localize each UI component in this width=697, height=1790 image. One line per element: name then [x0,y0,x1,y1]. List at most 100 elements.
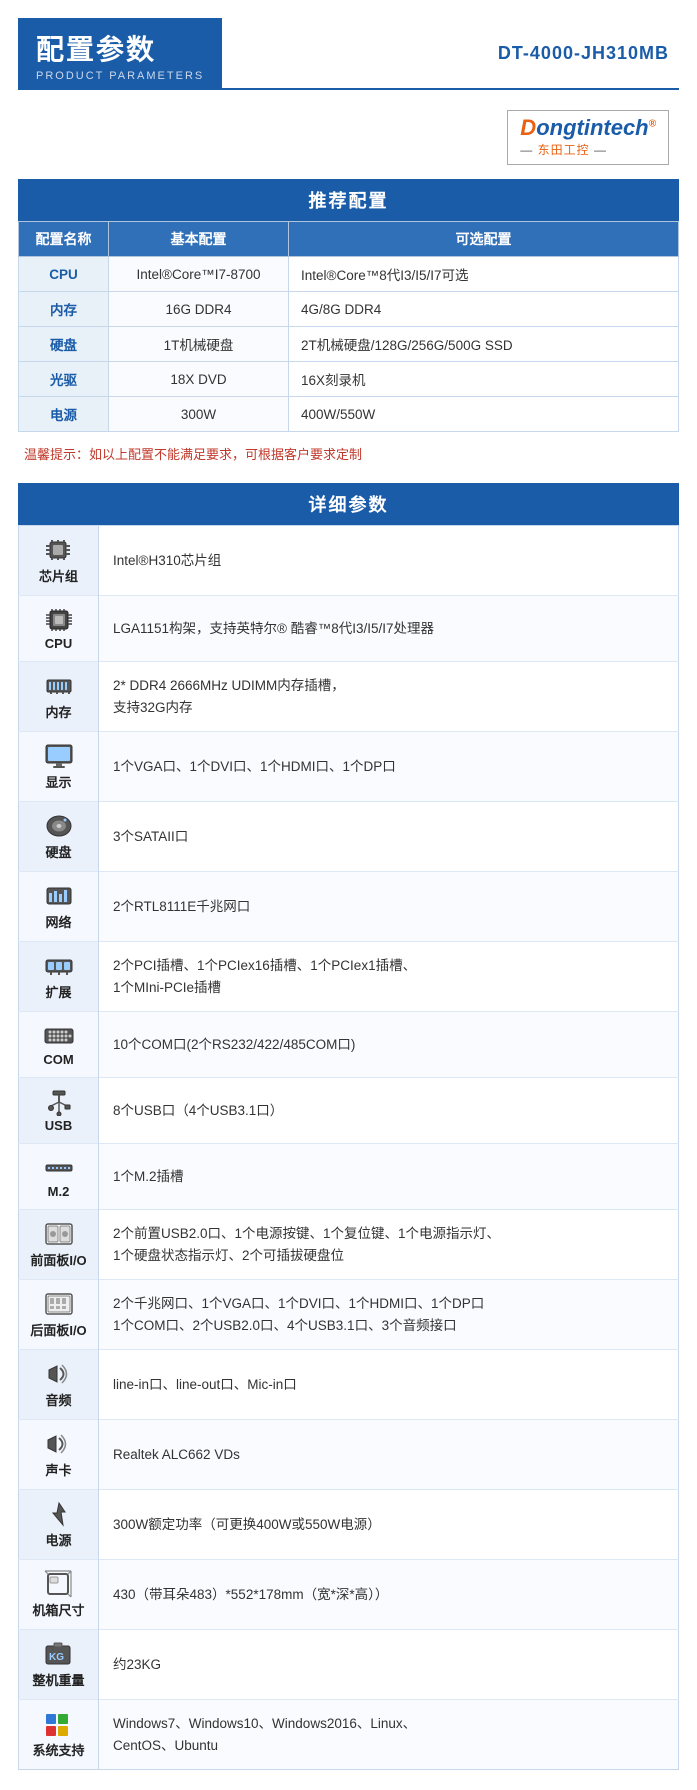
detail-row: 系统支持 Windows7、Windows10、Windows2016、Linu… [19,1700,679,1770]
detail-row-value: 1个VGA口、1个DVI口、1个HDMI口、1个DP口 [99,732,679,802]
detail-icon-cell: 系统支持 [19,1700,99,1770]
detail-row-label: 机箱尺寸 [32,1600,84,1619]
detail-row-label: 网络 [45,912,71,931]
icon-box-front-panel: 前面板I/O [30,1220,86,1269]
page-subtitle: PRODUCT PARAMETERS [36,70,204,82]
detail-row-label: 系统支持 [32,1740,84,1759]
detail-row: 声卡 Realtek ALC662 VDs [19,1420,679,1490]
hdd-icon [43,812,75,840]
recommend-row: CPU Intel®Core™I7-8700 Intel®Core™8代I3/I… [19,257,679,292]
detail-row: 前面板I/O 2个前置USB2.0口、1个电源按键、1个复位键、1个电源指示灯、… [19,1210,679,1280]
recommend-row-basic: 1T机械硬盘 [109,327,289,362]
detail-row-label: COM [43,1052,73,1067]
detail-icon-cell: USB [19,1078,99,1144]
detail-row: CPU LGA1151构架，支持英特尔® 酷睿™8代I3/I5/I7处理器 [19,596,679,662]
header-left: 配置参数 PRODUCT PARAMETERS [18,18,222,90]
detail-section: 详细参数 芯片组 Intel®H310芯片组 [18,483,679,1770]
detail-row-value: 2个PCI插槽、1个PCIex16插槽、1个PCIex1插槽、1个MIni-PC… [99,942,679,1012]
detail-row: USB 8个USB口（4个USB3.1口） [19,1078,679,1144]
detail-row-value: 1个M.2插槽 [99,1144,679,1210]
detail-row: 芯片组 Intel®H310芯片组 [19,526,679,596]
detail-row-label: 音频 [45,1390,71,1409]
detail-row: COM 10个COM口(2个RS232/422/485COM口) [19,1012,679,1078]
detail-row-value: LGA1151构架，支持英特尔® 酷睿™8代I3/I5/I7处理器 [99,596,679,662]
icon-box-m2: M.2 [43,1154,75,1199]
icon-box-com: COM [43,1022,75,1067]
com-icon [43,1022,75,1050]
recommend-table: 配置名称 基本配置 可选配置 CPU Intel®Core™I7-8700 In… [18,221,679,432]
model-number: DT-4000-JH310MB [498,43,669,64]
detail-row: 电源 300W额定功率（可更换400W或550W电源） [19,1490,679,1560]
recommend-row-name: CPU [19,257,109,292]
detail-table: 芯片组 Intel®H310芯片组 [18,525,679,1770]
header: 配置参数 PRODUCT PARAMETERS DT-4000-JH310MB [18,18,679,90]
detail-icon-cell: 前面板I/O [19,1210,99,1280]
detail-icon-cell: 声卡 [19,1420,99,1490]
brand-name: Dongtintech® [520,117,656,139]
detail-icon-cell: COM [19,1012,99,1078]
detail-row-value: 300W额定功率（可更换400W或550W电源） [99,1490,679,1560]
recommend-row: 硬盘 1T机械硬盘 2T机械硬盘/128G/256G/500G SSD [19,327,679,362]
recommend-row-basic: Intel®Core™I7-8700 [109,257,289,292]
detail-row-value: 2个前置USB2.0口、1个电源按键、1个复位键、1个电源指示灯、1个硬盘状态指… [99,1210,679,1280]
detail-row-label: 后面板I/O [30,1320,86,1339]
detail-row-value: 2* DDR4 2666MHz UDIMM内存插槽，支持32G内存 [99,662,679,732]
icon-box-expand: 扩展 [43,952,75,1001]
icon-box-memory: 内存 [43,672,75,721]
detail-icon-cell: 电源 [19,1490,99,1560]
memory-icon [43,672,75,700]
detail-row-label: 扩展 [45,982,71,1001]
cpu-icon [43,606,75,634]
detail-row-label: USB [45,1118,72,1133]
recommend-row-optional: 400W/550W [289,397,679,432]
detail-row-label: 芯片组 [39,566,78,585]
recommend-row: 电源 300W 400W/550W [19,397,679,432]
detail-icon-cell: 网络 [19,872,99,942]
detail-row-label: 声卡 [45,1460,71,1479]
icon-box-weight: KG 整机重量 [32,1640,84,1689]
icon-box-hdd: 硬盘 [43,812,75,861]
recommend-row: 光驱 18X DVD 16X刻录机 [19,362,679,397]
detail-row: 后面板I/O 2个千兆网口、1个VGA口、1个DVI口、1个HDMI口、1个DP… [19,1280,679,1350]
detail-row-label: 前面板I/O [30,1250,86,1269]
col-header-name: 配置名称 [19,222,109,257]
front-panel-icon [43,1220,75,1248]
weight-icon: KG [42,1640,74,1668]
detail-row: 显示 1个VGA口、1个DVI口、1个HDMI口、1个DP口 [19,732,679,802]
detail-title: 详细参数 [18,483,679,525]
page-wrapper: 配置参数 PRODUCT PARAMETERS DT-4000-JH310MB … [0,0,697,1790]
detail-row-value: 430（带耳朵483）*552*178mm（宽*深*高）） [99,1560,679,1630]
detail-row-value: 3个SATAII口 [99,802,679,872]
detail-row: M.2 1个M.2插槽 [19,1144,679,1210]
detail-row-label: M.2 [48,1184,70,1199]
recommend-row-optional: 16X刻录机 [289,362,679,397]
brand-logo: Dongtintech® — 东田工控 — [507,110,669,165]
detail-icon-cell: 机箱尺寸 [19,1560,99,1630]
network-icon [43,882,75,910]
col-header-optional: 可选配置 [289,222,679,257]
detail-row-label: 显示 [45,772,71,791]
soundcard-icon [43,1430,75,1458]
icon-box-usb: USB [43,1088,75,1133]
icon-box-cpu: CPU [43,606,75,651]
detail-row-value: 8个USB口（4个USB3.1口） [99,1078,679,1144]
detail-row-value: 10个COM口(2个RS232/422/485COM口) [99,1012,679,1078]
audio-icon [43,1360,75,1388]
detail-row-label: CPU [45,636,72,651]
icon-box-chipset: 芯片组 [39,536,78,585]
power-icon [43,1500,75,1528]
detail-icon-cell: 显示 [19,732,99,802]
recommend-row-name: 内存 [19,292,109,327]
expand-icon [43,952,75,980]
detail-icon-cell: 扩展 [19,942,99,1012]
recommend-row-name: 硬盘 [19,327,109,362]
detail-icon-cell: 芯片组 [19,526,99,596]
detail-row-value: line-in口、line-out口、Mic-in口 [99,1350,679,1420]
icon-box-display: 显示 [43,742,75,791]
icon-box-power: 电源 [43,1500,75,1549]
recommend-row-name: 光驱 [19,362,109,397]
recommend-row: 内存 16G DDR4 4G/8G DDR4 [19,292,679,327]
recommend-row-basic: 16G DDR4 [109,292,289,327]
recommend-section: 推荐配置 配置名称 基本配置 可选配置 CPU Intel®Core™I7-87… [18,179,679,463]
detail-row: KG 整机重量 约23KG [19,1630,679,1700]
